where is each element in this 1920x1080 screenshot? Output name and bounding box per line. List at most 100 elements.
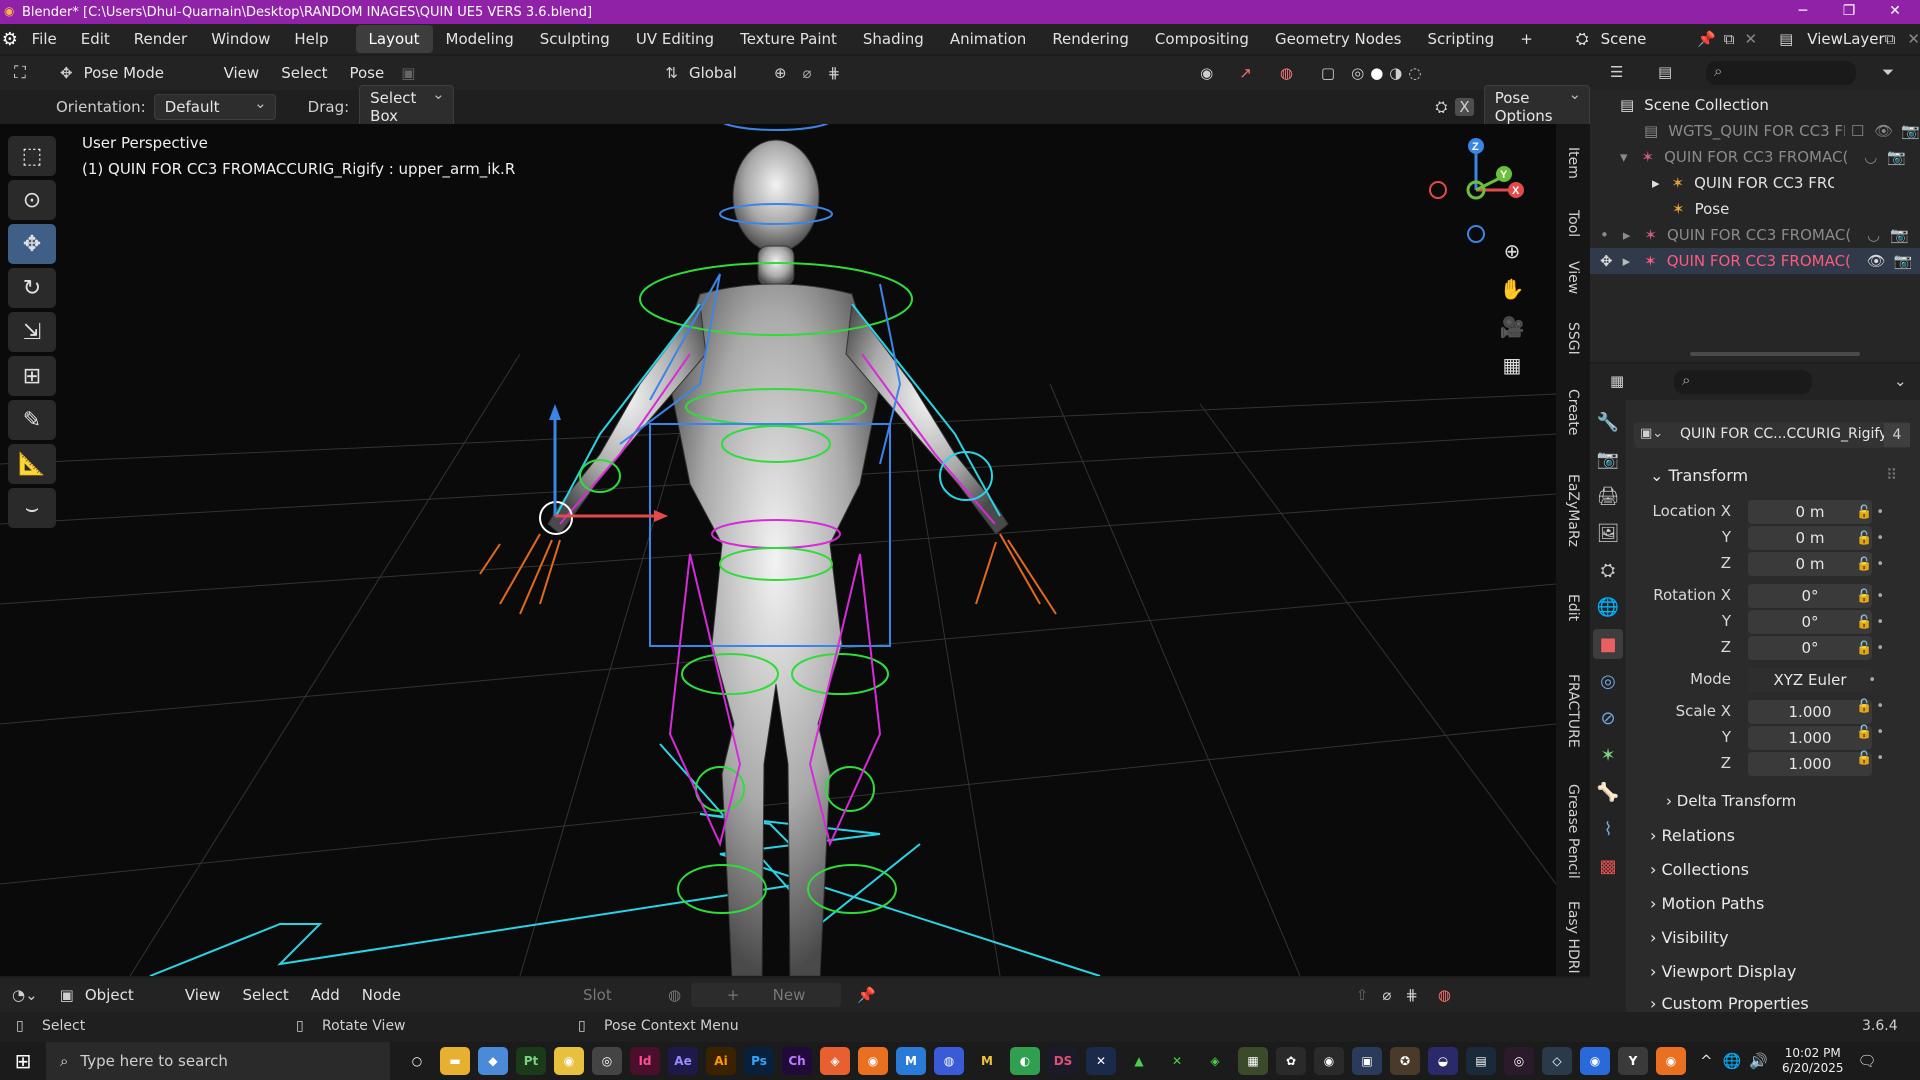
app-icon[interactable]: ✕ [1162,1047,1192,1075]
constraints-props-icon[interactable]: ⊘ [1593,703,1623,733]
task-view-icon[interactable]: ○ [402,1047,432,1075]
move-tool-icon[interactable]: ✥ [8,224,56,264]
menu-view[interactable]: View [174,986,232,1004]
bone-envelope-tool-icon[interactable]: ⌣ [8,488,56,528]
transform-space-selector[interactable]: Global [678,64,768,82]
side-tab-create[interactable]: Create [1560,370,1586,454]
notifications-icon[interactable]: 🗨 [1857,1052,1876,1070]
outliner-row[interactable]: ▤ WGTS_QUIN FOR CC3 FF ☐ 👁 📷 [1590,118,1920,144]
tab-rendering[interactable]: Rendering [1039,25,1142,53]
app-icon[interactable]: M [972,1047,1002,1075]
app-icon[interactable]: Y [1618,1047,1648,1075]
app-icon[interactable]: ◎ [592,1047,622,1075]
motion-paths-section[interactable]: › Motion Paths [1650,894,1764,913]
viewlayer-new-icon[interactable]: ⧉ [1885,30,1896,48]
viewlayer-name[interactable]: ViewLayer [1807,30,1884,48]
lock-icon[interactable]: 🔓 • [1856,500,1916,526]
eye-hidden-icon[interactable]: ◡ [1864,148,1877,166]
object-data-props-icon[interactable]: ✶ [1593,740,1623,770]
close-button[interactable]: ✕ [1872,0,1918,24]
outliner-row[interactable]: ✶ Pose [1590,196,1920,222]
menu-help[interactable]: Help [282,30,340,48]
output-props-icon[interactable]: 🖨 [1593,481,1623,511]
side-tab-fracture[interactable]: FRACTURE [1560,654,1586,768]
illustrator-icon[interactable]: Ai [706,1047,736,1075]
app-icon[interactable]: ✪ [1390,1047,1420,1075]
taskbar-clock[interactable]: 10:02 PM 6/20/2025 [1782,1046,1844,1076]
scene-props-icon[interactable]: ⛭ [1593,555,1623,585]
rotation-z-field[interactable]: 0° [1748,636,1872,660]
scale-y-field[interactable]: 1.000 [1748,726,1872,750]
ortho-grid-icon[interactable]: ▦ [1495,348,1529,382]
app-icon[interactable]: ▲ [1124,1047,1154,1075]
tab-sculpting[interactable]: Sculpting [527,25,623,53]
blender-taskbar-icon[interactable]: ◉ [858,1047,888,1075]
side-tab-item[interactable]: Item [1560,138,1586,188]
app-icon[interactable]: ◈ [1200,1047,1230,1075]
overlay-icon[interactable]: ◍ [1280,64,1293,82]
parent-node-icon[interactable]: ⇧ [1356,986,1369,1004]
filter-icon[interactable]: ⏷ [1882,63,1894,81]
camera-icon[interactable]: 🎥 [1495,310,1529,344]
editor-type-icon[interactable]: ⛶ [0,63,40,83]
xray-icon[interactable]: ▢ [1321,64,1335,82]
tray-chevron-icon[interactable]: ^ [1700,1052,1713,1070]
properties-options-icon[interactable]: ⌄ [1894,372,1907,390]
outliner-search-input[interactable]: ⌕ [1706,61,1856,85]
outliner-row[interactable]: • ▸ ✶ QUIN FOR CC3 FROMAC( ◡ 📷 [1590,222,1920,248]
pivot-icon[interactable]: ⊕ [774,64,787,82]
menu-add[interactable]: Add [300,986,351,1004]
app-icon[interactable]: ◉ [1314,1047,1344,1075]
snap-element-icon[interactable]: ⋕ [1405,986,1418,1004]
pin-icon[interactable]: 📌 [857,986,876,1004]
tab-layout[interactable]: Layout [355,25,433,53]
mode-selector[interactable]: Pose Mode [73,64,213,82]
navigation-gizmo[interactable]: Z X Y [1420,134,1530,244]
editor-type-icon[interactable]: ◔⌄ [12,986,38,1004]
lock-icon[interactable]: 🔓 • [1856,720,1916,746]
properties-editor-icon[interactable]: ▦ [1610,372,1624,390]
tab-texture-paint[interactable]: Texture Paint [727,25,850,53]
app-icon[interactable]: ◈ [820,1047,850,1075]
tab-shading[interactable]: Shading [850,25,937,53]
world-props-icon[interactable]: 🌐 [1593,592,1623,622]
scale-x-field[interactable]: 1.000 [1748,700,1872,724]
app-icon[interactable]: ▤ [1466,1047,1496,1075]
taskbar-search-input[interactable]: ⌕ Type here to search [46,1042,390,1080]
camera-render-icon[interactable]: 📷 [1894,252,1913,270]
location-y-field[interactable]: 0 m [1748,526,1872,550]
tab-uv-editing[interactable]: UV Editing [623,25,727,53]
tab-scripting[interactable]: Scripting [1414,25,1507,53]
outliner-scene-collection[interactable]: ▤ Scene Collection [1590,92,1920,118]
cursor-tool-icon[interactable]: ⊙ [8,180,56,220]
drag-handle-icon[interactable]: ⠿ [1886,466,1897,484]
rotation-x-field[interactable]: 0° [1748,584,1872,608]
shading-material-icon[interactable]: ◑ [1389,64,1402,82]
side-tab-edit[interactable]: Edit [1560,568,1586,648]
outliner-row[interactable]: ▸ ✶ QUIN FOR CC3 FROM [1590,170,1920,196]
3d-viewport[interactable]: User Perspective (1) QUIN FOR CC3 FROMAC… [0,124,1556,976]
material-browse-icon[interactable]: ◍ [668,986,681,1004]
app-icon[interactable]: ▣ [1352,1047,1382,1075]
zoom-icon[interactable]: ⊕ [1495,234,1529,268]
measure-tool-icon[interactable]: 📐 [8,444,56,484]
tool-props-icon[interactable]: 🔧 [1593,407,1623,437]
menu-select[interactable]: Select [270,64,338,82]
bone-constraint-props-icon[interactable]: ⌇ [1593,814,1623,844]
lock-icon[interactable]: 🔓 • [1856,694,1916,720]
transform-tool-icon[interactable]: ⊞ [8,356,56,396]
toggle-icon[interactable]: ▣ [401,64,415,82]
eye-icon[interactable]: 👁 [1867,252,1886,270]
render-props-icon[interactable]: 📷 [1593,444,1623,474]
indesign-icon[interactable]: Id [630,1047,660,1075]
viewlayer-remove-icon[interactable]: ✕ [1907,30,1920,48]
eye-hidden-icon[interactable]: ◡ [1867,226,1880,244]
rotation-mode-dropdown[interactable]: XYZ Euler [1748,668,1872,692]
rotation-y-field[interactable]: 0° [1748,610,1872,634]
scene-pin-icon[interactable]: 📌 [1697,30,1716,48]
overlay-icon[interactable]: ◍ [1438,986,1451,1004]
keyframe-dot-icon[interactable]: • [1856,668,1916,694]
side-tab-view[interactable]: View [1560,252,1586,304]
lock-icon[interactable]: 🔓 • [1856,526,1916,552]
app-icon[interactable]: ◆ [478,1047,508,1075]
